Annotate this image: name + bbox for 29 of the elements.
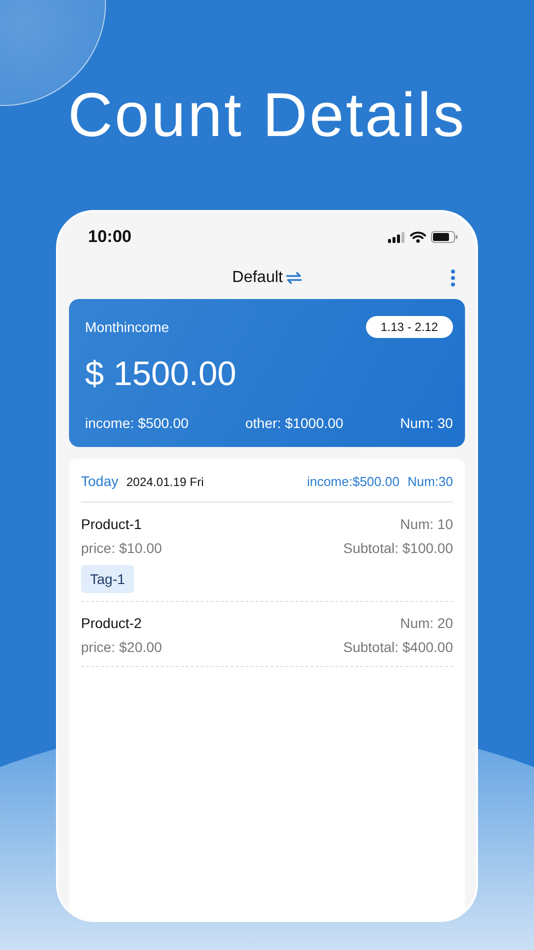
swap-icon	[286, 272, 302, 284]
day-income: income:$500.00	[306, 474, 400, 489]
headline: Count Details	[68, 80, 466, 152]
other-total: other: $1000.00	[245, 415, 344, 431]
product-name: Product-2	[81, 615, 142, 631]
summary-label: Monthincome	[85, 319, 170, 335]
day-date: 2024.01.19 Fri	[126, 475, 204, 489]
product-price: price: $20.00	[81, 639, 162, 655]
signal-icon	[388, 232, 405, 242]
day-count: Num:30	[407, 474, 453, 489]
product-row[interactable]: Product-1 Num: 10 price: $10.00 Subtotal: $100.00 Tag-1	[81, 503, 453, 602]
product-name: Product-1	[81, 516, 142, 532]
day-label: Today	[81, 473, 118, 489]
product-count: Num: 20	[400, 615, 453, 631]
product-subtotal: Subtotal: $100.00	[343, 540, 453, 556]
total-amount: $ 1500.00	[85, 355, 238, 394]
product-price: price: $10.00	[81, 540, 162, 556]
product-count: Num: 10	[400, 516, 453, 532]
account-switch-button[interactable]: Default	[232, 269, 302, 287]
more-icon[interactable]	[450, 269, 456, 287]
status-time: 10:00	[88, 227, 132, 247]
product-subtotal: Subtotal: $400.00	[343, 639, 453, 655]
wifi-icon	[410, 231, 426, 243]
count-total: Num: 30	[400, 415, 453, 431]
date-range-button[interactable]: 1.13 - 2.12	[366, 316, 453, 338]
product-row[interactable]: Product-2 Num: 20 price: $20.00 Subtotal: $400.00	[81, 602, 453, 667]
product-tag: Tag-1	[81, 565, 134, 593]
battery-icon	[431, 231, 458, 243]
income-total: income: $500.00	[85, 415, 189, 431]
